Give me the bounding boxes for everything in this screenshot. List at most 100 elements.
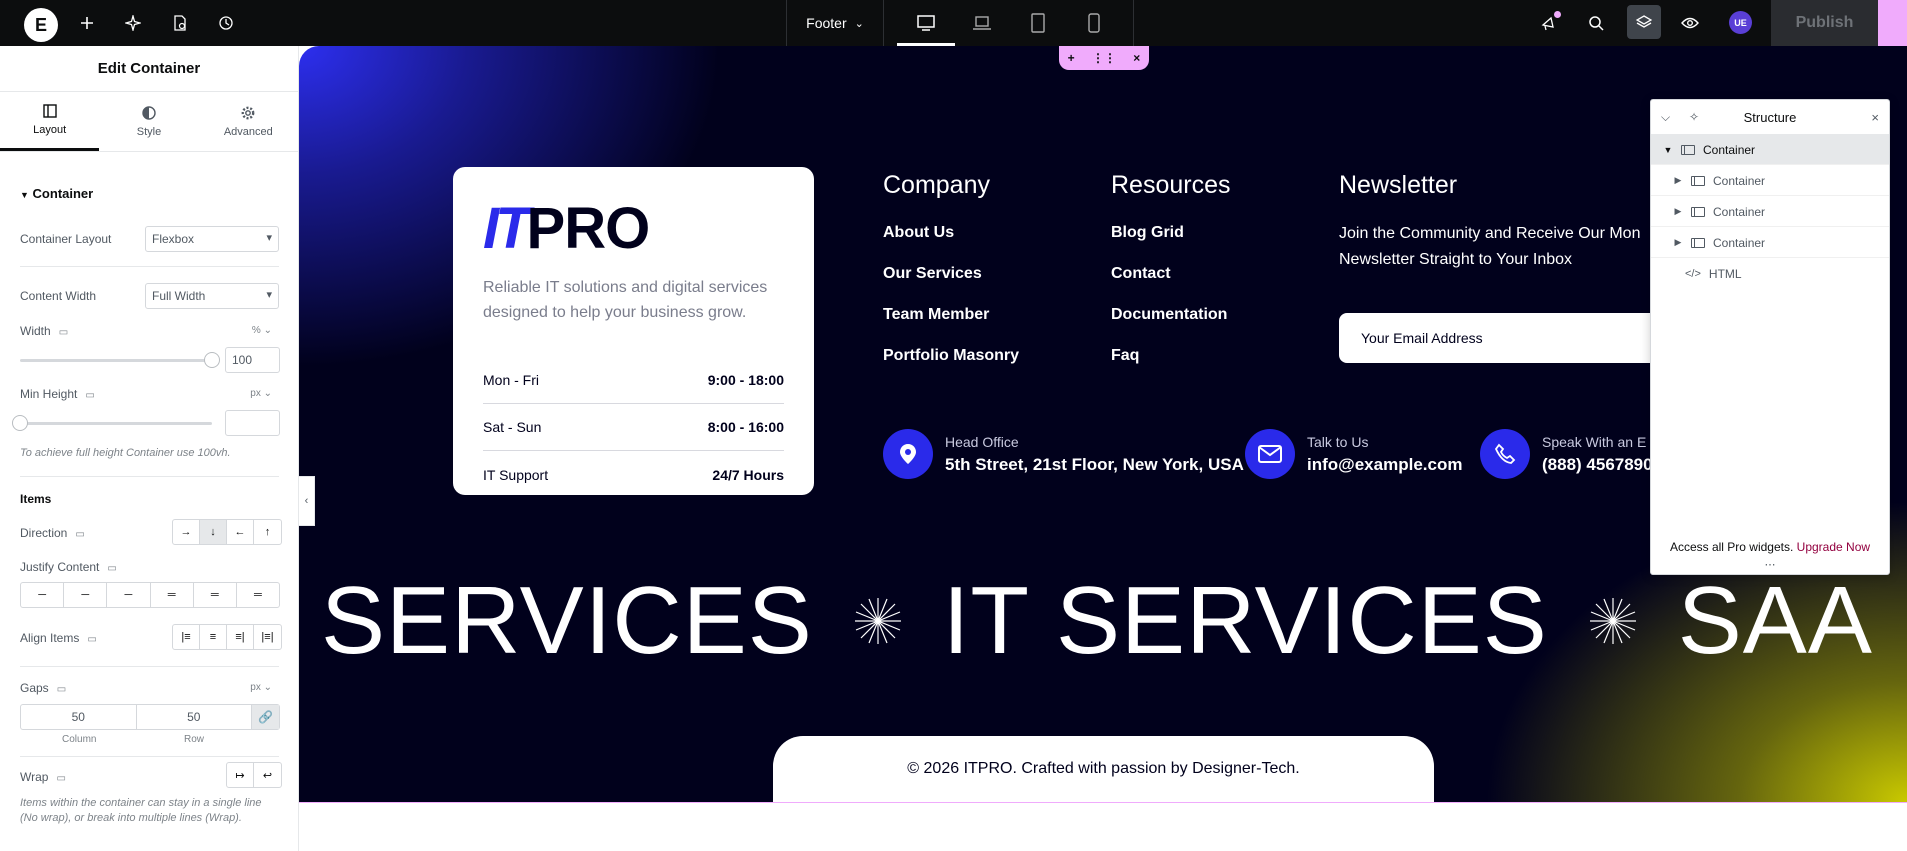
desktop-icon[interactable] bbox=[897, 10, 955, 46]
arrow-right-icon[interactable]: → bbox=[173, 520, 200, 544]
mobile-icon[interactable] bbox=[1079, 10, 1109, 36]
ai-sparkle-icon[interactable]: ✧ bbox=[1689, 110, 1699, 124]
tab-style[interactable]: Style bbox=[99, 92, 198, 151]
contact-value[interactable]: (888) 4567890 bbox=[1542, 455, 1653, 475]
structure-item[interactable]: ▼ Container bbox=[1651, 135, 1889, 165]
justify-space-around-icon[interactable]: ═ bbox=[194, 583, 237, 607]
no-wrap-icon[interactable]: ↦ bbox=[227, 763, 254, 787]
drag-handle-icon[interactable]: ⋮⋮ bbox=[1092, 51, 1116, 65]
align-center-icon[interactable]: ≡ bbox=[200, 625, 227, 649]
history-icon[interactable] bbox=[213, 10, 239, 36]
contrast-icon bbox=[142, 105, 156, 120]
resize-handle-icon[interactable]: ⋯ bbox=[1651, 558, 1889, 571]
gaps-unit-select[interactable]: px ⌄ bbox=[250, 682, 272, 693]
arrow-up-icon[interactable]: ↑ bbox=[254, 520, 281, 544]
newsletter-line-2: Newsletter Straight to Your Inbox bbox=[1339, 251, 1573, 268]
width-input[interactable]: 100 bbox=[225, 347, 280, 373]
structure-item[interactable]: </> HTML bbox=[1651, 259, 1889, 289]
min-height-slider-handle[interactable] bbox=[12, 415, 28, 431]
structure-layers-button[interactable] bbox=[1627, 5, 1661, 39]
link-about-us[interactable]: About Us bbox=[883, 224, 954, 242]
width-unit-select[interactable]: % ⌄ bbox=[252, 325, 272, 336]
newsletter-email-input[interactable]: Your Email Address bbox=[1339, 313, 1679, 363]
ai-sparkle-icon[interactable] bbox=[120, 10, 146, 36]
close-icon[interactable]: × bbox=[1871, 110, 1879, 125]
min-height-unit-select[interactable]: px ⌄ bbox=[250, 388, 272, 399]
add-container-icon[interactable]: + bbox=[1068, 51, 1075, 65]
container-layout-select[interactable]: Flexbox bbox=[145, 226, 279, 252]
justify-space-between-icon[interactable]: ═ bbox=[151, 583, 194, 607]
section-container-toggle[interactable]: ▼ Container bbox=[20, 186, 93, 201]
starburst-icon bbox=[854, 598, 901, 644]
container-icon bbox=[1691, 237, 1705, 248]
structure-item[interactable]: ▶ Container bbox=[1651, 228, 1889, 258]
width-label: Width ▭ bbox=[20, 324, 68, 338]
link-documentation[interactable]: Documentation bbox=[1111, 306, 1227, 324]
link-portfolio-masonry[interactable]: Portfolio Masonry bbox=[883, 347, 1019, 365]
structure-item-label: Container bbox=[1713, 204, 1766, 219]
link-faq[interactable]: Faq bbox=[1111, 347, 1139, 365]
structure-item[interactable]: ▶ Container bbox=[1651, 166, 1889, 196]
gap-row-input[interactable]: 50 bbox=[137, 705, 252, 729]
link-icon[interactable]: 🔗 bbox=[252, 705, 279, 729]
caret-right-icon[interactable]: ▶ bbox=[1671, 237, 1685, 248]
document-selector[interactable]: Footer ⌄ bbox=[786, 0, 884, 46]
justify-content-label: Justify Content ▭ bbox=[20, 560, 117, 574]
justify-space-evenly-icon[interactable]: ═ bbox=[237, 583, 279, 607]
align-items-label: Align Items ▭ bbox=[20, 631, 97, 645]
chevron-left-icon: ‹ bbox=[304, 495, 309, 507]
elementor-logo-icon[interactable]: E bbox=[24, 8, 58, 42]
contact-head-office: Head Office 5th Street, 21st Floor, New … bbox=[883, 429, 1244, 479]
contact-value[interactable]: info@example.com bbox=[1307, 455, 1462, 475]
tab-layout[interactable]: Layout bbox=[0, 92, 100, 151]
desktop-icon: ▭ bbox=[107, 563, 117, 574]
align-start-icon[interactable]: |≡ bbox=[173, 625, 200, 649]
link-contact[interactable]: Contact bbox=[1111, 265, 1171, 283]
link-team-member[interactable]: Team Member bbox=[883, 306, 989, 324]
structure-footer: Access all Pro widgets. Upgrade Now bbox=[1651, 540, 1889, 554]
desktop-icon: ▭ bbox=[58, 327, 69, 338]
width-slider-track[interactable] bbox=[20, 359, 210, 362]
preview-eye-icon[interactable] bbox=[1677, 10, 1703, 36]
wrap-icon[interactable]: ↩ bbox=[254, 763, 281, 787]
services-marquee: SERVICES IT SERVICES SAA bbox=[321, 571, 1873, 671]
contact-label: Speak With an E bbox=[1542, 433, 1647, 450]
edit-panel: Edit Container Layout Style Advanced ▼ C… bbox=[0, 46, 299, 851]
search-icon[interactable] bbox=[1583, 10, 1609, 36]
arrow-down-icon[interactable]: ↓ bbox=[200, 520, 227, 544]
collapse-all-icon[interactable]: ⌵ bbox=[1661, 110, 1670, 125]
min-height-slider-track[interactable] bbox=[20, 422, 212, 425]
avatar[interactable]: UE bbox=[1729, 11, 1752, 34]
arrow-left-icon[interactable]: ← bbox=[227, 520, 254, 544]
align-end-icon[interactable]: ≡| bbox=[227, 625, 254, 649]
link-blog-grid[interactable]: Blog Grid bbox=[1111, 224, 1184, 242]
align-stretch-icon[interactable]: |≡| bbox=[254, 625, 281, 649]
publish-options-button[interactable] bbox=[1878, 0, 1907, 46]
tab-advanced[interactable]: Advanced bbox=[199, 92, 298, 151]
publish-button[interactable]: Publish bbox=[1771, 0, 1878, 46]
min-height-input[interactable] bbox=[225, 410, 280, 436]
close-icon[interactable]: × bbox=[1133, 51, 1140, 65]
content-width-select[interactable]: Full Width bbox=[145, 283, 279, 309]
gap-column-input[interactable]: 50 bbox=[21, 705, 137, 729]
collapse-panel-button[interactable]: ‹ bbox=[299, 476, 315, 526]
justify-center-icon[interactable]: ─ bbox=[64, 583, 108, 607]
justify-start-icon[interactable]: ─ bbox=[21, 583, 65, 607]
resources-title: Resources bbox=[1111, 171, 1231, 199]
caret-down-icon[interactable]: ▼ bbox=[1661, 145, 1675, 155]
page-settings-icon[interactable] bbox=[167, 10, 193, 36]
justify-end-icon[interactable]: ─ bbox=[107, 583, 151, 607]
structure-item[interactable]: ▶ Container bbox=[1651, 197, 1889, 227]
add-element-icon[interactable] bbox=[74, 10, 100, 36]
tablet-icon[interactable] bbox=[1023, 10, 1053, 36]
width-slider-handle[interactable] bbox=[204, 352, 220, 368]
panel-title: Edit Container bbox=[0, 46, 298, 92]
chevron-down-icon: ⌄ bbox=[854, 17, 864, 30]
upgrade-now-link[interactable]: Upgrade Now bbox=[1797, 540, 1870, 554]
hours-time: 9:00 - 18:00 bbox=[707, 372, 784, 388]
caret-right-icon[interactable]: ▶ bbox=[1671, 175, 1685, 186]
caret-right-icon[interactable]: ▶ bbox=[1671, 206, 1685, 217]
link-our-services[interactable]: Our Services bbox=[883, 265, 982, 283]
notifications-icon[interactable] bbox=[1536, 10, 1562, 36]
laptop-icon[interactable] bbox=[967, 10, 997, 36]
